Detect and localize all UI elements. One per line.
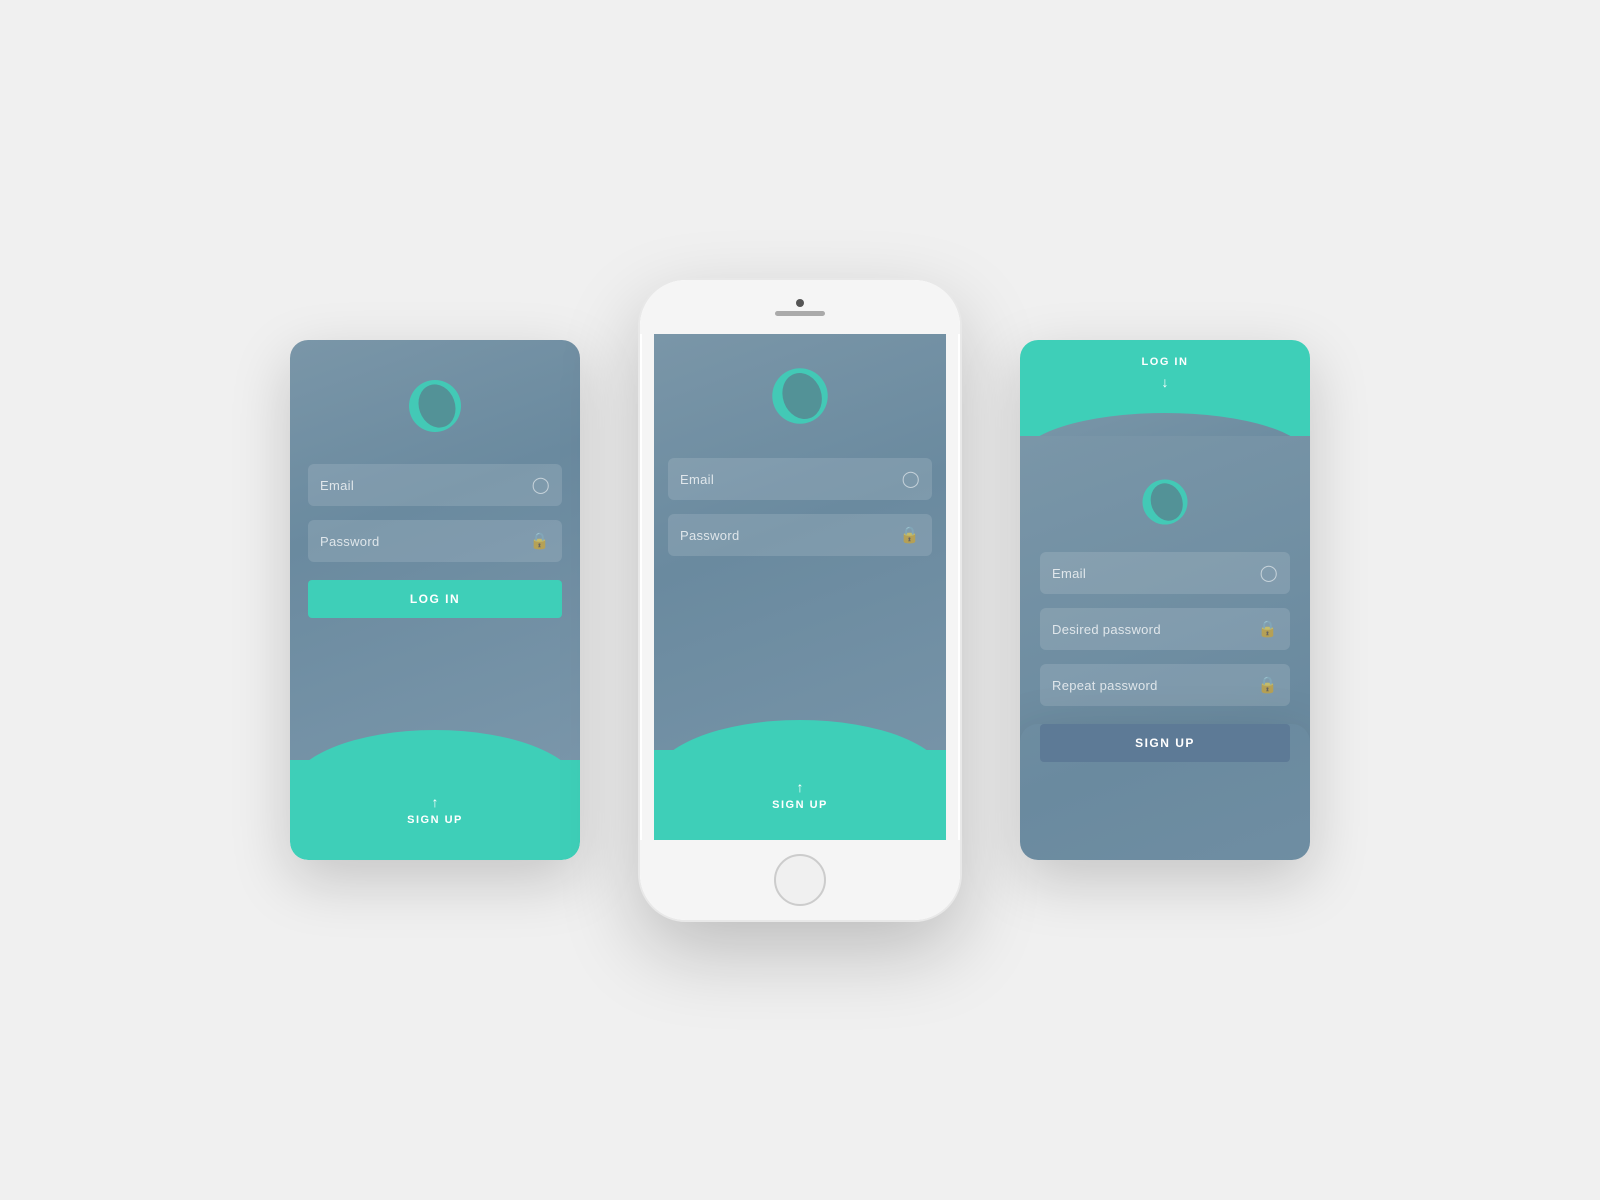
- signup-button[interactable]: SIGN UP: [1040, 724, 1290, 762]
- app-logo-left: [405, 376, 465, 436]
- phone-signup-label[interactable]: SIGN UP: [772, 799, 828, 811]
- right-card-fields: Email ◯ Desired password 🔒 Repeat passwo…: [1020, 552, 1310, 706]
- phone-screen-top: Email ◯ Password 🔒: [654, 334, 946, 750]
- right-card-main: Email ◯ Desired password 🔒 Repeat passwo…: [1020, 436, 1310, 860]
- app-logo-center: [768, 364, 832, 428]
- lock-icon-repeat: 🔒: [1258, 675, 1278, 695]
- repeat-password-input[interactable]: Repeat password 🔒: [1040, 664, 1290, 706]
- phone-bottom-bar: [640, 840, 960, 920]
- left-card-top: Email ◯ Password 🔒 LOG IN: [290, 340, 580, 760]
- login-button[interactable]: LOG IN: [308, 580, 562, 618]
- person-icon-left: ◯: [532, 475, 550, 495]
- left-signup-label[interactable]: SIGN UP: [407, 814, 463, 826]
- repeat-password-label: Repeat password: [1052, 678, 1258, 693]
- right-login-label[interactable]: LOG IN: [1142, 356, 1189, 368]
- phone-email-input[interactable]: Email ◯: [668, 458, 932, 500]
- phone-screen: Email ◯ Password 🔒 ↑ SIGN UP: [654, 334, 946, 840]
- arrow-up-icon-left: ↑: [432, 794, 439, 810]
- desired-password-label: Desired password: [1052, 622, 1258, 637]
- app-logo-right: [1139, 476, 1191, 528]
- phone-screen-bottom: ↑ SIGN UP: [654, 750, 946, 840]
- left-email-input[interactable]: Email ◯: [308, 464, 562, 506]
- left-card-bottom: ↑ SIGN UP: [290, 760, 580, 860]
- phone-password-input[interactable]: Password 🔒: [668, 514, 932, 556]
- lock-icon-left: 🔒: [530, 531, 550, 551]
- right-card-teal-header: LOG IN ↓: [1020, 340, 1310, 436]
- left-password-label: Password: [320, 534, 530, 549]
- front-camera: [796, 299, 804, 307]
- phone-password-label: Password: [680, 528, 900, 543]
- left-login-card: Email ◯ Password 🔒 LOG IN ↑ SIGN UP: [290, 340, 580, 860]
- lock-icon-desired: 🔒: [1258, 619, 1278, 639]
- right-email-label: Email: [1052, 566, 1260, 581]
- arrow-up-icon-phone: ↑: [797, 779, 804, 795]
- right-signup-btn-wrap: SIGN UP: [1020, 724, 1310, 860]
- arrow-down-icon: ↓: [1162, 374, 1169, 390]
- left-email-label: Email: [320, 478, 532, 493]
- desired-password-input[interactable]: Desired password 🔒: [1040, 608, 1290, 650]
- phone-mockup: Email ◯ Password 🔒 ↑ SIGN UP: [640, 280, 960, 920]
- left-card-fields: Email ◯ Password 🔒: [290, 464, 580, 562]
- phone-email-label: Email: [680, 472, 902, 487]
- right-signup-card: LOG IN ↓ Email ◯ Desired password 🔒 Repe…: [1020, 340, 1310, 860]
- person-icon-phone: ◯: [902, 469, 920, 489]
- person-icon-right: ◯: [1260, 563, 1278, 583]
- left-password-input[interactable]: Password 🔒: [308, 520, 562, 562]
- phone-speaker: [775, 311, 825, 316]
- home-button[interactable]: [774, 854, 826, 906]
- lock-icon-phone: 🔒: [900, 525, 920, 545]
- right-email-input[interactable]: Email ◯: [1040, 552, 1290, 594]
- phone-fields: Email ◯ Password 🔒: [654, 458, 946, 556]
- phone-notch: [640, 280, 960, 334]
